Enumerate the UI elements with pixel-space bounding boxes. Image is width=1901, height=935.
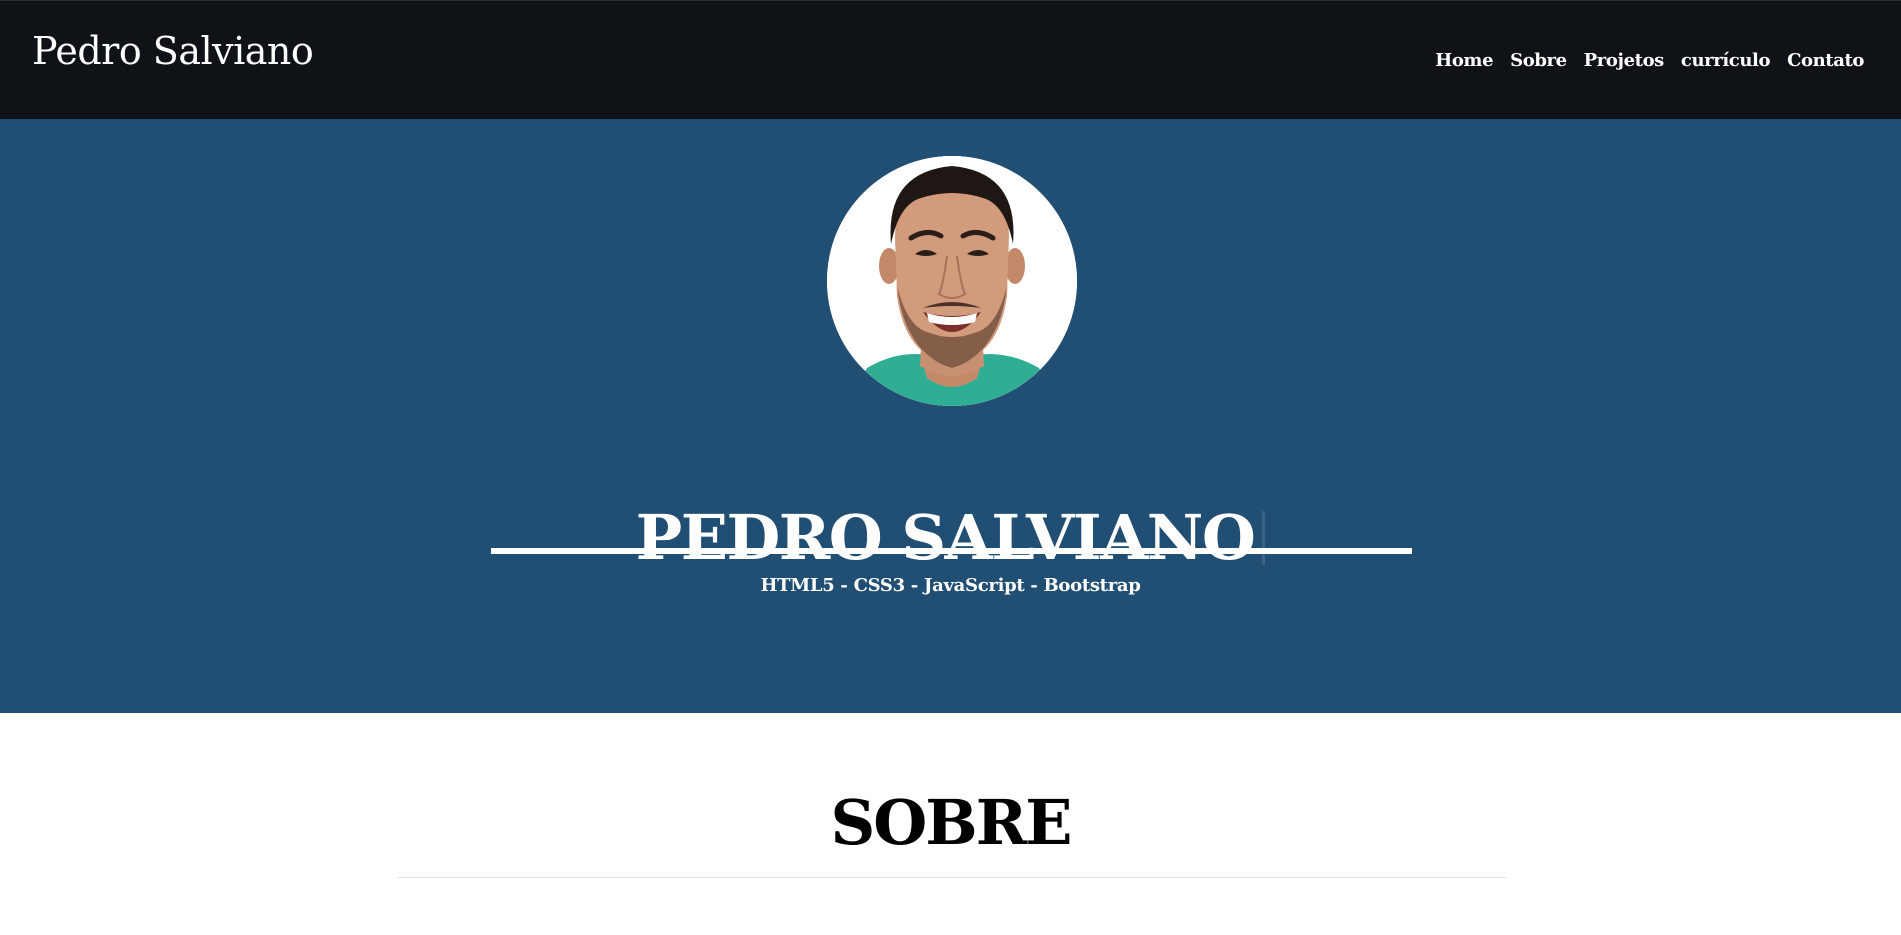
nav-menu: Home Sobre Projetos currículo Contato [1435,48,1864,74]
nav-item-sobre: Sobre [1510,48,1567,74]
nav-link-curriculo[interactable]: currículo [1681,50,1771,71]
nav-item-curriculo: currículo [1681,48,1771,74]
nav-link-contato[interactable]: Contato [1787,50,1864,71]
about-section: SOBRE [0,713,1901,935]
hero-skills-text: HTML5 - CSS3 - JavaScript - Bootstrap [760,575,1141,596]
profile-avatar [827,156,1077,406]
nav-link-home[interactable]: Home [1435,50,1493,71]
hero-name-heading: PEDRO SALVIANO [0,500,1901,574]
nav-item-home: Home [1435,48,1493,74]
profile-photo [827,156,1077,406]
nav-link-projetos[interactable]: Projetos [1584,50,1665,71]
about-title: SOBRE [830,786,1073,859]
hero-section: PEDRO SALVIANO HTML5 - CSS3 - JavaScript… [0,119,1901,713]
nav-item-projetos: Projetos [1584,48,1665,74]
nav-link-sobre[interactable]: Sobre [1510,50,1567,71]
top-navbar: Pedro Salviano Home Sobre Projetos currí… [0,0,1901,119]
hero-name-text: PEDRO SALVIANO [635,500,1256,574]
about-divider [397,877,1507,878]
brand-logo-link[interactable]: Pedro Salviano [32,27,314,75]
typing-cursor [1262,510,1266,565]
hero-divider [491,548,1412,554]
nav-item-contato: Contato [1787,48,1864,74]
